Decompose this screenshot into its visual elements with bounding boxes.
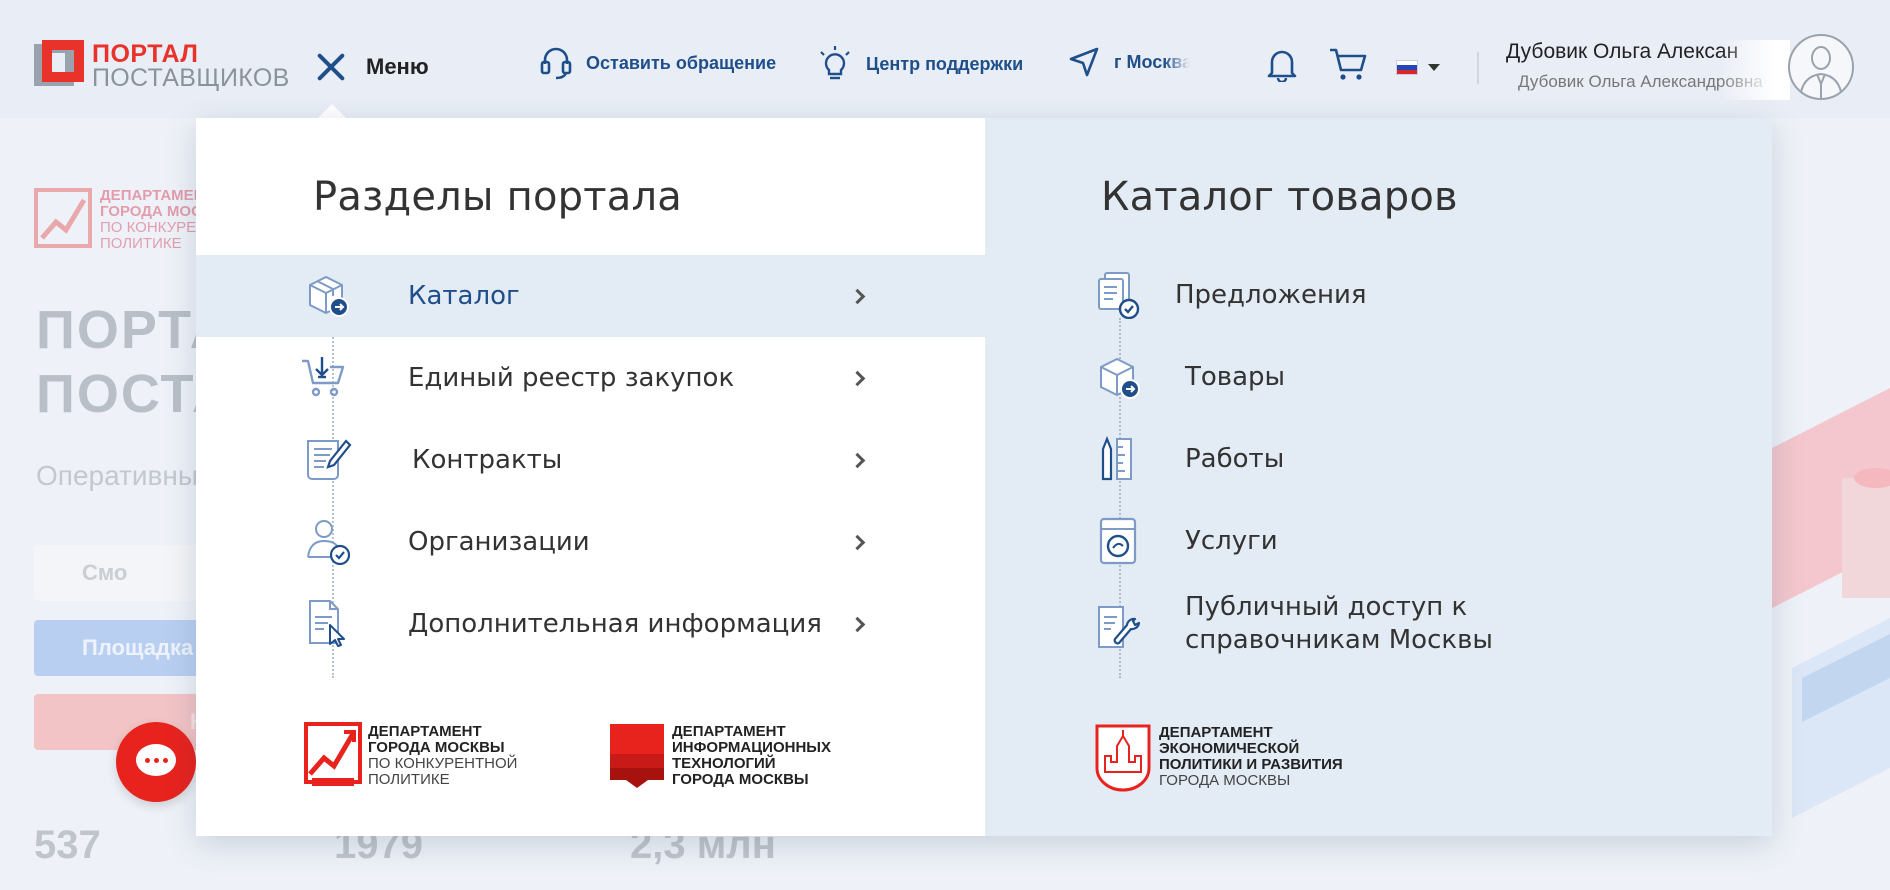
catalog-item-label: Услуги <box>1185 526 1278 556</box>
menu-item-label: Каталог <box>408 281 520 311</box>
portal-sections-title: Разделы портала <box>313 174 682 220</box>
washer-icon <box>1099 517 1137 565</box>
department-text: ПОЛИТИКЕ <box>368 771 450 788</box>
department-it-emblem-icon <box>610 724 664 788</box>
city-selector[interactable]: г Москва <box>1068 46 1190 78</box>
chevron-right-icon <box>849 616 866 632</box>
menu-item-organizations[interactable]: Организации <box>196 501 985 583</box>
user-name: Дубовик Ольга Алексан <box>1506 40 1739 63</box>
department-text: ГОРОДА МОСКВЫ <box>672 771 809 788</box>
box-icon <box>309 275 349 317</box>
user-profile[interactable]: Дубовик Ольга Алексан Дубовик Ольга Алек… <box>1494 40 1790 100</box>
catalog-item-label: Работы <box>1185 444 1285 474</box>
logo-line2: ПОСТАВЩИКОВ <box>92 64 290 92</box>
department-emblem-icon <box>34 188 92 248</box>
department-text: ГОРОДА МОСКВЫ <box>1159 772 1291 789</box>
menu-item-additional-info[interactable]: Дополнительная информация <box>196 583 985 665</box>
contract-icon <box>307 439 352 480</box>
catalog-item-label-line: Публичный доступ к <box>1185 592 1468 622</box>
background-subtitle: Оперативны <box>36 460 198 491</box>
avatar[interactable] <box>1788 34 1854 100</box>
portal-logo[interactable]: ПОРТАЛ ПОСТАВЩИКОВ <box>34 40 290 92</box>
logo-line1: ПОРТАЛ <box>92 40 199 68</box>
catalog-item-goods[interactable]: Товары <box>985 337 1772 419</box>
bell-icon[interactable] <box>1266 46 1298 82</box>
support-center-link[interactable]: Центр поддержки <box>818 46 1023 82</box>
chevron-down-icon <box>1428 64 1440 71</box>
chevron-right-icon <box>849 452 866 468</box>
catalog-item-label-line: справочникам Москвы <box>1185 625 1493 655</box>
department-it-logo[interactable]: ДЕПАРТАМЕНТ ИНФОРМАЦИОННЫХ ТЕХНОЛОГИЙ ГО… <box>608 722 831 790</box>
background-department-logo: ДЕПАРТАМЕН ГОРОДА МОС ПО КОНКУРЕН ПОЛИТИ… <box>34 188 207 254</box>
product-catalog-panel: Каталог товаров Предложения Товары Работ… <box>985 118 1772 836</box>
moscow-coat-of-arms-icon <box>1095 724 1151 792</box>
menu-item-procurement-registry[interactable]: Единый реестр закупок <box>196 337 985 419</box>
chevron-right-icon <box>849 534 866 550</box>
chat-button[interactable] <box>116 722 196 802</box>
department-text: ГОРОДА МОСКВЫ <box>368 739 505 756</box>
department-text: ЭКОНОМИЧЕСКОЙ <box>1159 740 1300 757</box>
chevron-right-icon <box>849 370 866 386</box>
department-text: ПОЛИТИКИ И РАЗВИТИЯ <box>1159 756 1343 773</box>
department-text: ДЕПАРТАМЕНТ <box>672 723 786 740</box>
header: ПОРТАЛ ПОСТАВЩИКОВ Меню Оставить обращен… <box>0 0 1890 118</box>
department-emblem-icon <box>304 722 362 786</box>
department-text: ДЕПАРТАМЕНТ <box>368 723 482 740</box>
menu-item-label: Контракты <box>412 445 563 475</box>
header-divider <box>1477 52 1479 84</box>
catalog-item-label: Товары <box>1185 362 1286 392</box>
main-menu-dropdown: Разделы портала Каталог Единый реестр за… <box>196 118 1772 836</box>
background-stat: 537 <box>34 823 101 867</box>
catalog-item-label: Публичный доступ к справочникам Москвы <box>1185 591 1493 657</box>
chat-bubble-icon <box>136 744 176 776</box>
department-text: ТЕХНОЛОГИЙ <box>672 755 776 772</box>
department-text: ИНФОРМАЦИОННЫХ <box>672 739 831 756</box>
chevron-right-icon <box>849 288 866 304</box>
portal-sections-panel: Разделы портала Каталог Единый реестр за… <box>196 118 985 836</box>
language-selector[interactable] <box>1396 60 1440 75</box>
organization-icon <box>307 520 351 565</box>
tools-icon <box>1101 436 1132 481</box>
location-arrow-icon <box>1069 47 1099 77</box>
menu-item-catalog[interactable]: Каталог <box>196 255 985 337</box>
close-icon <box>316 52 346 82</box>
russian-flag-icon <box>1396 60 1418 75</box>
support-center-label: Центр поддержки <box>866 53 1024 74</box>
user-full-name: Дубовик Ольга Александровна <box>1518 72 1763 91</box>
catalog-item-offers[interactable]: Предложения <box>985 255 1772 337</box>
cart-download-icon <box>302 357 345 397</box>
catalog-item-works[interactable]: Работы <box>985 419 1772 501</box>
department-text: ДЕПАРТАМЕНТ <box>1159 724 1273 741</box>
product-catalog-title: Каталог товаров <box>1101 174 1458 220</box>
department-economic-policy-logo[interactable]: ДЕПАРТАМЕНТ ЭКОНОМИЧЕСКОЙ ПОЛИТИКИ И РАЗ… <box>1093 722 1343 792</box>
city-label: г Москва <box>1114 51 1190 72</box>
cart-icon[interactable] <box>1328 46 1368 82</box>
department-text: ПО КОНКУРЕНТНОЙ <box>368 755 518 772</box>
menu-item-label: Организации <box>408 527 590 557</box>
menu-item-contracts[interactable]: Контракты <box>196 419 985 501</box>
menu-item-label: Дополнительная информация <box>408 609 822 639</box>
lightbulb-icon <box>820 46 850 80</box>
catalog-item-services[interactable]: Услуги <box>985 501 1772 583</box>
headset-icon <box>540 47 572 80</box>
menu-item-label: Единый реестр закупок <box>408 363 735 393</box>
catalog-item-public-directories[interactable]: Публичный доступ к справочникам Москвы <box>985 583 1772 673</box>
feedback-link[interactable]: Оставить обращение <box>540 46 776 80</box>
user-avatar-icon <box>1799 46 1843 98</box>
department-competition-policy-logo[interactable]: ДЕПАРТАМЕНТ ГОРОДА МОСКВЫ ПО КОНКУРЕНТНО… <box>304 722 517 790</box>
box-icon <box>1100 357 1140 399</box>
wrench-doc-icon <box>1098 606 1141 648</box>
catalog-item-label: Предложения <box>1175 280 1367 310</box>
background-illustration <box>1772 388 1890 818</box>
menu-label: Меню <box>366 54 429 79</box>
menu-toggle-button[interactable]: Меню <box>316 52 429 82</box>
portal-logo-mark <box>34 40 84 92</box>
feedback-link-label: Оставить обращение <box>586 52 777 73</box>
offers-icon <box>1098 272 1140 319</box>
document-pointer-icon <box>309 600 345 647</box>
